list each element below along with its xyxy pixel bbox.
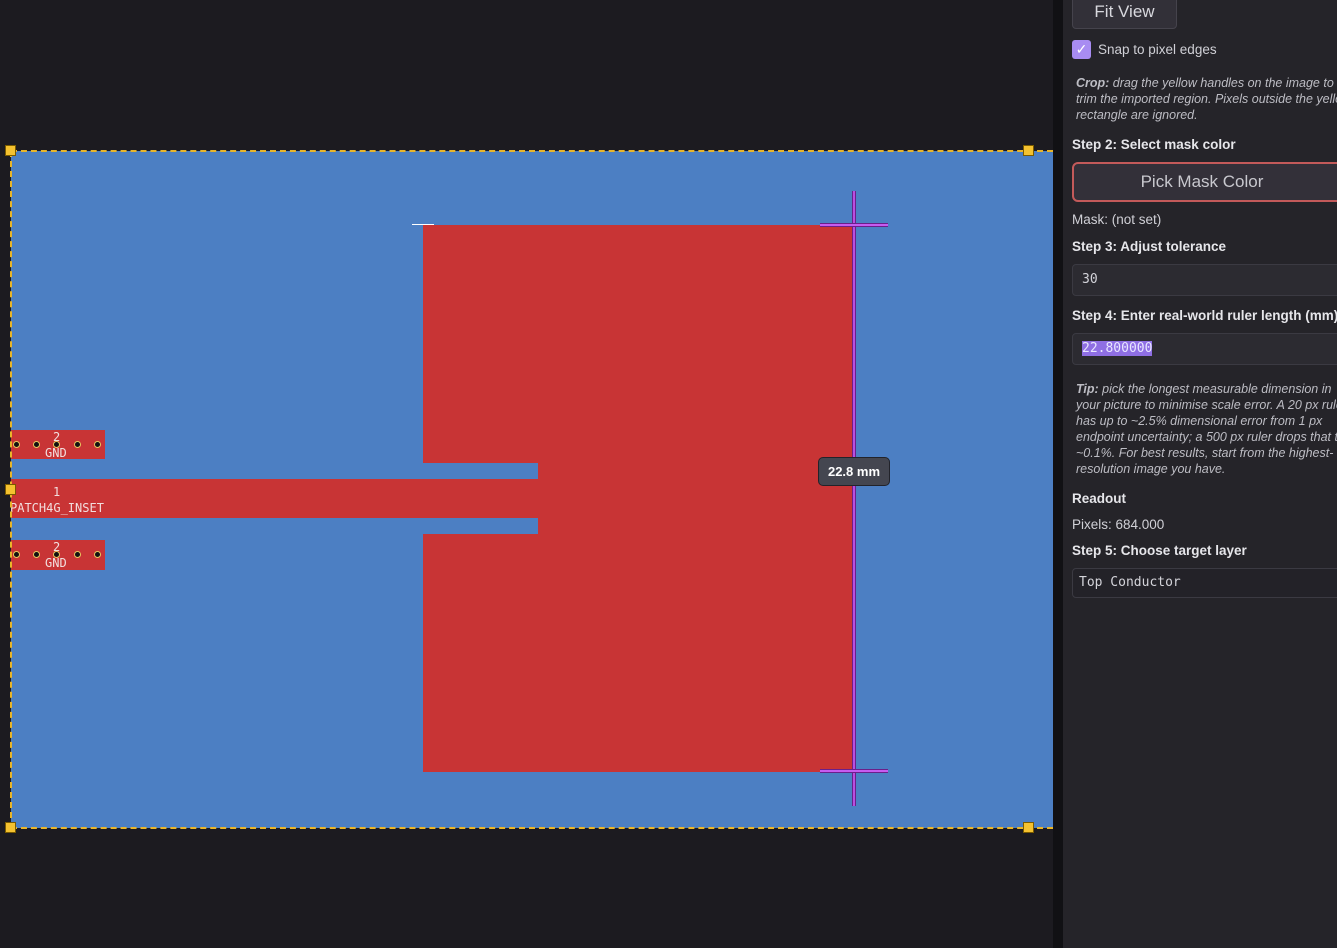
ruler-length-value: 22.800000 — [1082, 341, 1153, 356]
tip-title: Tip: — [1076, 382, 1099, 396]
checkmark-icon: ✓ — [1075, 41, 1088, 57]
step3-heading: Step 3: Adjust tolerance — [1072, 239, 1227, 254]
tip-text: Tip: pick the longest measurable dimensi… — [1076, 381, 1337, 477]
tip-body: pick the longest measurable dimension in… — [1076, 382, 1337, 476]
tolerance-input[interactable]: 30 — [1072, 264, 1337, 296]
ruler-endpoint-bottom[interactable] — [820, 769, 888, 773]
via — [94, 551, 101, 558]
crop-handle-bottom-left[interactable] — [5, 822, 16, 833]
via — [13, 551, 20, 558]
pad-name-top: GND — [45, 446, 67, 460]
patch-corner-mark — [412, 224, 434, 225]
panel-divider[interactable] — [1053, 0, 1063, 948]
readout-heading: Readout — [1072, 491, 1126, 506]
patch-antenna-right — [538, 463, 852, 534]
via — [74, 441, 81, 448]
pad-name-bottom: GND — [45, 556, 67, 570]
crop-border-top — [11, 150, 1053, 152]
crop-handle-top-right[interactable] — [1023, 145, 1034, 156]
fit-view-button[interactable]: Fit View — [1072, 0, 1177, 29]
ruler-length-input[interactable]: 22.800000 — [1072, 333, 1337, 365]
ruler-length-label: 22.8 mm — [818, 457, 890, 486]
pad-number-top: 2 — [53, 430, 61, 444]
step2-heading: Step 2: Select mask color — [1072, 137, 1236, 152]
step5-heading: Step 5: Choose target layer — [1072, 543, 1247, 558]
import-settings-panel: Fit View ✓ Snap to pixel edges Crop: dra… — [1063, 0, 1337, 948]
target-layer-select[interactable]: Top Conductor — [1072, 568, 1337, 598]
pad-number-bottom: 2 — [53, 540, 61, 554]
pick-mask-color-button[interactable]: Pick Mask Color — [1072, 162, 1337, 202]
crop-handle-top-left[interactable] — [5, 145, 16, 156]
patch-antenna — [423, 225, 852, 463]
pad-name-feed: PATCH4G_INSET — [10, 501, 104, 515]
snap-checkbox[interactable]: ✓ — [1072, 40, 1091, 59]
ruler-line[interactable] — [852, 191, 856, 806]
image-canvas[interactable]: 2 GND 1 PATCH4G_INSET 2 GND 22.8 mm — [0, 0, 1053, 948]
step4-heading: Step 4: Enter real-world ruler length (m… — [1072, 308, 1337, 323]
patch-antenna-lower — [423, 534, 852, 772]
via — [13, 441, 20, 448]
crop-handle-bottom-right[interactable] — [1023, 822, 1034, 833]
via — [33, 441, 40, 448]
crop-handle-left[interactable] — [5, 484, 16, 495]
via — [74, 551, 81, 558]
crop-help-body: drag the yellow handles on the image to … — [1076, 76, 1337, 122]
via — [94, 441, 101, 448]
pixels-readout: Pixels: 684.000 — [1072, 517, 1165, 532]
via — [33, 551, 40, 558]
crop-border-bottom — [11, 827, 1053, 829]
snap-label: Snap to pixel edges — [1098, 42, 1217, 57]
pad-number-feed: 1 — [53, 485, 61, 499]
crop-help-title: Crop: — [1076, 76, 1110, 90]
mask-status: Mask: (not set) — [1072, 212, 1162, 227]
ruler-endpoint-top[interactable] — [820, 223, 888, 227]
crop-help-text: Crop: drag the yellow handles on the ima… — [1076, 75, 1337, 123]
